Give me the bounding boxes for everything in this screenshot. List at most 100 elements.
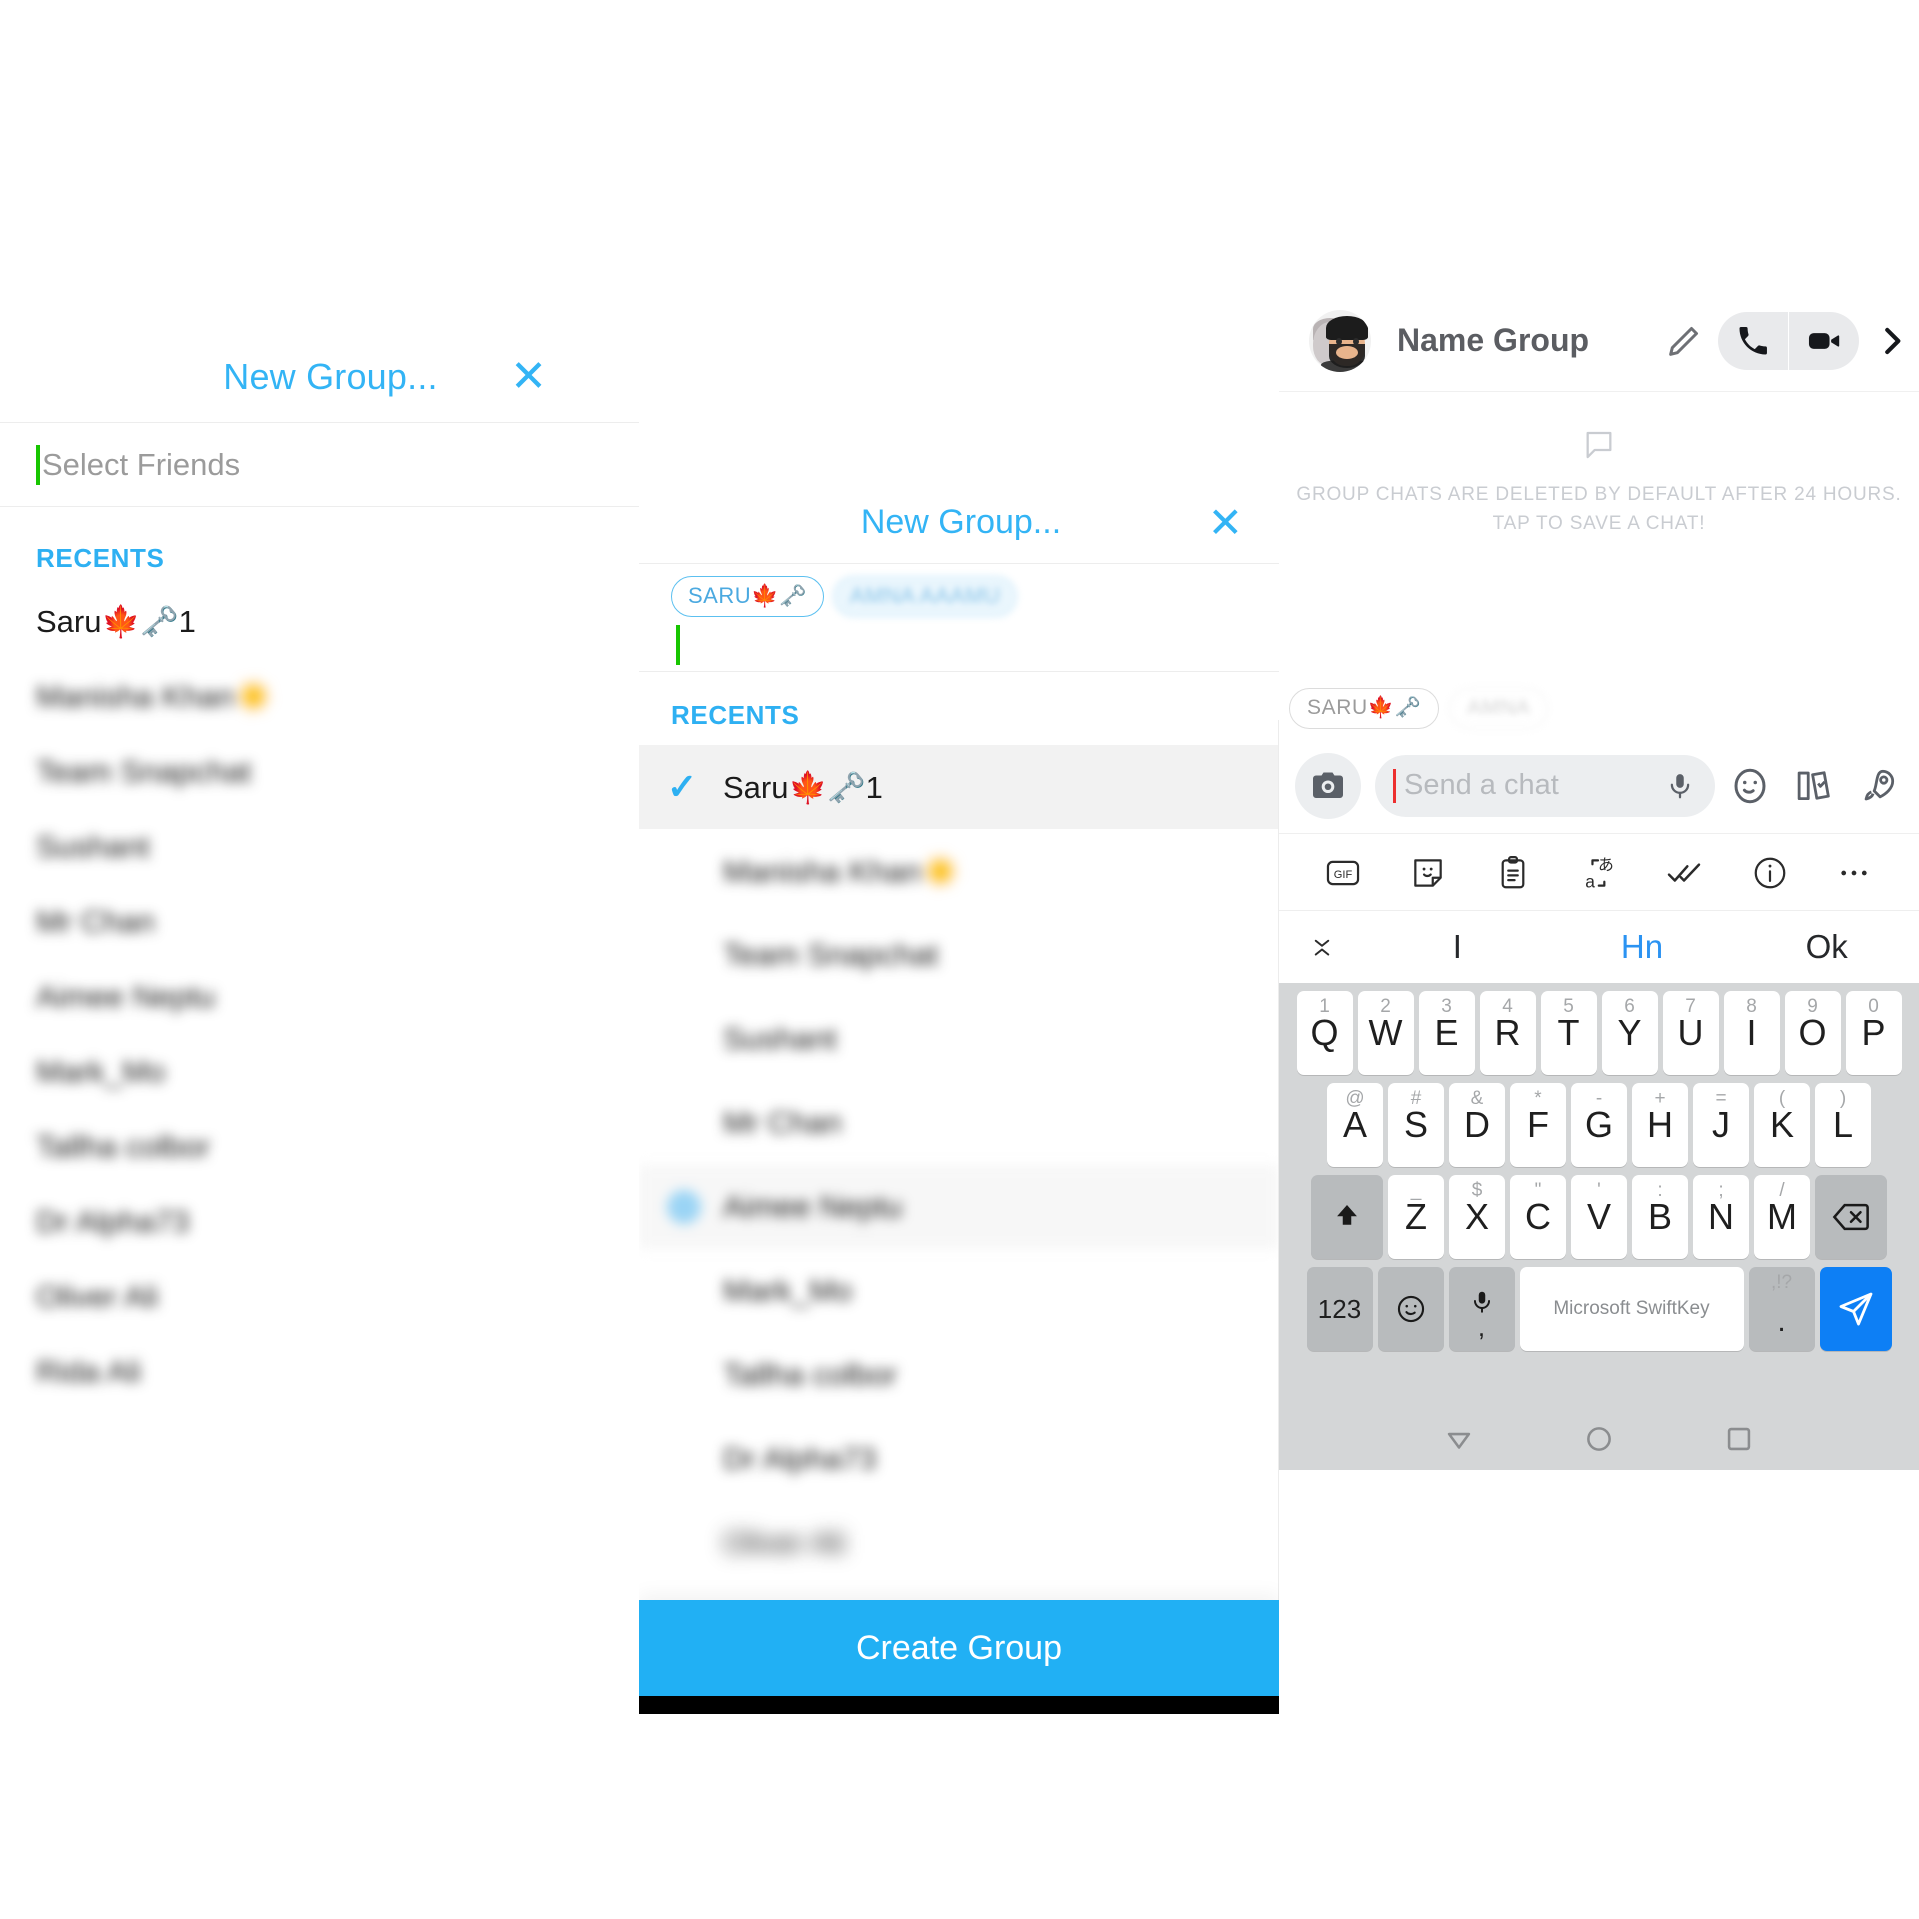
spacebar[interactable]: Microsoft SwiftKey [1519,1267,1744,1351]
selected-pill[interactable]: AMNA AAAMU [832,576,1018,617]
key-z[interactable]: _ Z [1388,1175,1444,1259]
list-item[interactable]: Oliver Ali [0,1259,643,1334]
key-g[interactable]: -G [1571,1083,1627,1167]
key-p[interactable]: 0P [1845,991,1902,1075]
select-friends-input[interactable]: Select Friends [0,423,643,507]
voice-note-icon[interactable] [1665,771,1695,801]
key-h[interactable]: + H [1632,1083,1688,1167]
list-item-label: Sushant [723,1021,837,1056]
suggestion-1[interactable]: Hn [1550,928,1735,966]
key-c[interactable]: " C [1510,1175,1566,1259]
list-item[interactable]: Manisha Khan☀️ [639,829,1279,913]
key-w[interactable]: 2W [1357,991,1414,1075]
list-item[interactable]: Saru🍁🗝️1 [0,584,643,659]
page-title: New Group... [223,355,438,397]
key-r[interactable]: 4R [1479,991,1536,1075]
group-name-label[interactable]: Name Group [1397,322,1664,359]
key-t[interactable]: 5T [1540,991,1597,1075]
expand-suggestions-icon[interactable] [1279,932,1365,962]
list-item-selected[interactable]: ✓ Saru🍁🗝️1 [639,745,1279,829]
key-v[interactable]: ' V [1571,1175,1627,1259]
send-a-chat-input[interactable]: Send a chat [1375,754,1715,817]
key-j[interactable]: = J [1693,1083,1749,1167]
key-o[interactable]: 9O [1784,991,1841,1075]
key-y[interactable]: 6Y [1601,991,1658,1075]
more-options-icon[interactable] [1835,854,1873,892]
shift-key[interactable] [1311,1175,1383,1259]
list-item[interactable]: Tallha colbor [639,1333,1279,1417]
create-group-button[interactable]: Create Group [639,1600,1279,1696]
mic-comma-key[interactable]: , [1448,1267,1515,1351]
emoji-key[interactable] [1377,1267,1444,1351]
key-b[interactable]: :B [1632,1175,1688,1259]
close-icon[interactable]: ✕ [1208,501,1243,544]
list-item[interactable]: Dr Alpha73 [0,1184,643,1259]
key-m[interactable]: / M [1754,1175,1810,1259]
svg-text:GIF: GIF [1334,868,1353,880]
stickers-cards-icon[interactable] [1793,765,1835,807]
list-item[interactable]: Oliver Ali [639,1501,1279,1585]
list-item[interactable]: Manisha Khan☀️ [0,659,643,734]
key-n[interactable]: ; N [1693,1175,1749,1259]
chat-retention-notice[interactable]: GROUP CHATS ARE DELETED BY DEFAULT AFTER… [1279,392,1919,539]
key-x[interactable]: $ X [1449,1175,1505,1259]
key-label: K [1769,1104,1794,1145]
key-f[interactable]: * F [1510,1083,1566,1167]
list-item[interactable]: Team Snapchat [639,913,1279,997]
key-secondary-label: = [1715,1088,1727,1109]
rocket-icon[interactable] [1857,765,1899,807]
home-button[interactable] [1582,1422,1616,1456]
close-icon[interactable]: ✕ [510,354,547,399]
suggestion-2[interactable]: Ok [1734,928,1919,966]
selected-pill[interactable]: SARU🍁🗝️ [671,576,824,617]
key-i[interactable]: 8I [1723,991,1780,1075]
info-icon[interactable] [1751,854,1789,892]
list-item[interactable]: Aimee Neptu [0,959,643,1034]
chevron-right-icon[interactable] [1873,322,1911,360]
key-a[interactable]: @ A [1327,1083,1383,1167]
translate-icon[interactable]: a あ [1579,854,1617,892]
list-item[interactable]: Dr Alpha73 [639,1417,1279,1501]
key-l[interactable]: ) L [1815,1083,1871,1167]
list-item[interactable]: Rida Ali [0,1334,643,1409]
key-k[interactable]: (K [1754,1083,1810,1167]
list-item[interactable]: Mark_Mo [639,1249,1279,1333]
list-item[interactable]: Mark_Mo [0,1034,643,1109]
sticker-icon[interactable] [1409,854,1447,892]
selected-friends-field[interactable]: SARU🍁🗝️ AMNA AAAMU [639,566,1279,672]
send-key[interactable] [1819,1267,1892,1351]
list-item[interactable]: Aimee Neptu [639,1165,1279,1249]
group-avatar[interactable] [1309,309,1371,372]
punctuation-sup: ,!? [1770,1272,1793,1293]
key-u[interactable]: 7U [1662,991,1719,1075]
list-item[interactable]: Tallha colbor [0,1109,643,1184]
suggestion-0[interactable]: I [1365,928,1550,966]
avatar-eye-right [1353,337,1359,345]
recents-button[interactable] [1722,1422,1756,1456]
list-item[interactable]: Mr Chan [639,1081,1279,1165]
gif-icon[interactable]: GIF [1324,854,1362,892]
list-item[interactable]: Mr Chan [0,884,643,959]
video-call-button[interactable] [1789,312,1859,370]
member-pill[interactable]: AMNA [1449,688,1549,729]
emoji-smiley-icon[interactable] [1729,765,1771,807]
key-e[interactable]: 3E [1418,991,1475,1075]
key-q[interactable]: 1Q [1296,991,1353,1075]
member-pill[interactable]: SARU🍁🗝️ [1289,688,1440,729]
system-gesture-bar [639,1696,1279,1714]
backspace-key[interactable] [1815,1175,1887,1259]
punctuation-key[interactable]: ,!? . [1748,1267,1815,1351]
key-s[interactable]: # S [1388,1083,1444,1167]
list-item[interactable]: Sushant [639,997,1279,1081]
numbers-key[interactable]: 123 [1306,1267,1373,1351]
edit-pencil-icon[interactable] [1664,321,1704,361]
back-button[interactable] [1442,1422,1476,1456]
phone-call-button[interactable] [1718,312,1788,370]
camera-button[interactable] [1295,752,1361,819]
key-d[interactable]: & D [1449,1083,1505,1167]
editing-check-icon[interactable] [1664,853,1704,893]
list-item[interactable]: Team Snapchat [0,734,643,809]
clipboard-icon[interactable] [1494,854,1532,892]
key-label: C [1525,1196,1551,1237]
list-item[interactable]: Sushant [0,809,643,884]
